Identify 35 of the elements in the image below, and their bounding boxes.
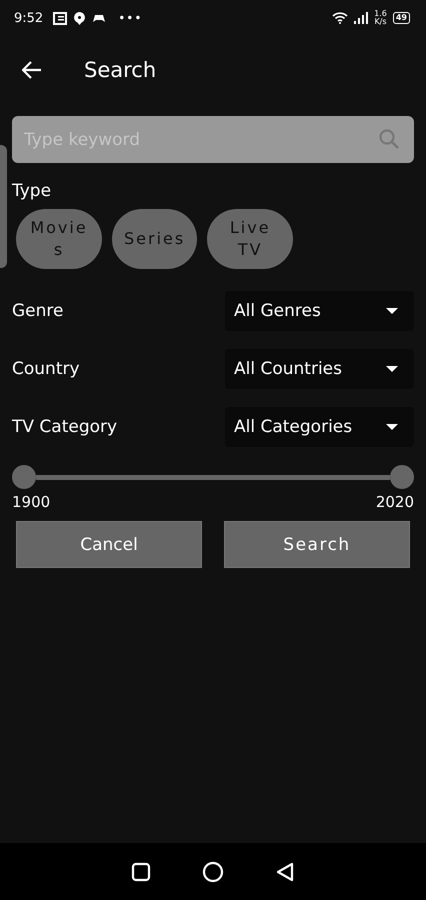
signal-icon	[354, 12, 368, 24]
range-thumb[interactable]	[12, 465, 36, 489]
back-button[interactable]	[20, 59, 44, 81]
back-icon[interactable]	[275, 862, 295, 882]
news-icon	[53, 12, 68, 24]
search-button[interactable]: Search	[224, 521, 410, 568]
cancel-button[interactable]: Cancel	[16, 521, 202, 568]
battery-level: 49	[392, 12, 410, 24]
type-chip[interactable]: Movies	[16, 209, 102, 269]
type-chip[interactable]: Live TV	[207, 209, 294, 269]
page-title: Search	[84, 58, 156, 82]
max-year-label: 2020	[376, 493, 414, 511]
type-chip[interactable]: Series	[112, 209, 198, 269]
filter-dropdown[interactable]: All Categories	[225, 407, 414, 447]
range-thumb[interactable]	[390, 465, 414, 489]
dropdown-caret-icon	[386, 308, 398, 314]
home-icon[interactable]	[202, 860, 224, 882]
min-year-label: 1900	[12, 493, 50, 511]
back-arrow-icon	[22, 61, 42, 79]
network-speed: 1.6	[374, 10, 387, 18]
dropdown-caret-icon	[386, 366, 398, 372]
filter-dropdown[interactable]: All Genres	[225, 291, 414, 331]
network-speed-unit: K/s	[374, 18, 387, 26]
filter-label: Country	[12, 359, 80, 379]
drawer-handle[interactable]	[0, 145, 7, 268]
dropdown-caret-icon	[386, 424, 398, 430]
filter-label: TV Category	[12, 417, 118, 437]
type-label: Type	[12, 181, 52, 201]
status-time: 9:52	[14, 10, 44, 26]
filter-label: Genre	[12, 301, 64, 321]
wifi-icon	[332, 12, 348, 24]
more-notifications: •••	[118, 11, 142, 25]
filter-dropdown[interactable]: All Countries	[225, 349, 414, 389]
search-icon	[378, 128, 400, 150]
recent-apps-icon[interactable]	[131, 862, 151, 882]
